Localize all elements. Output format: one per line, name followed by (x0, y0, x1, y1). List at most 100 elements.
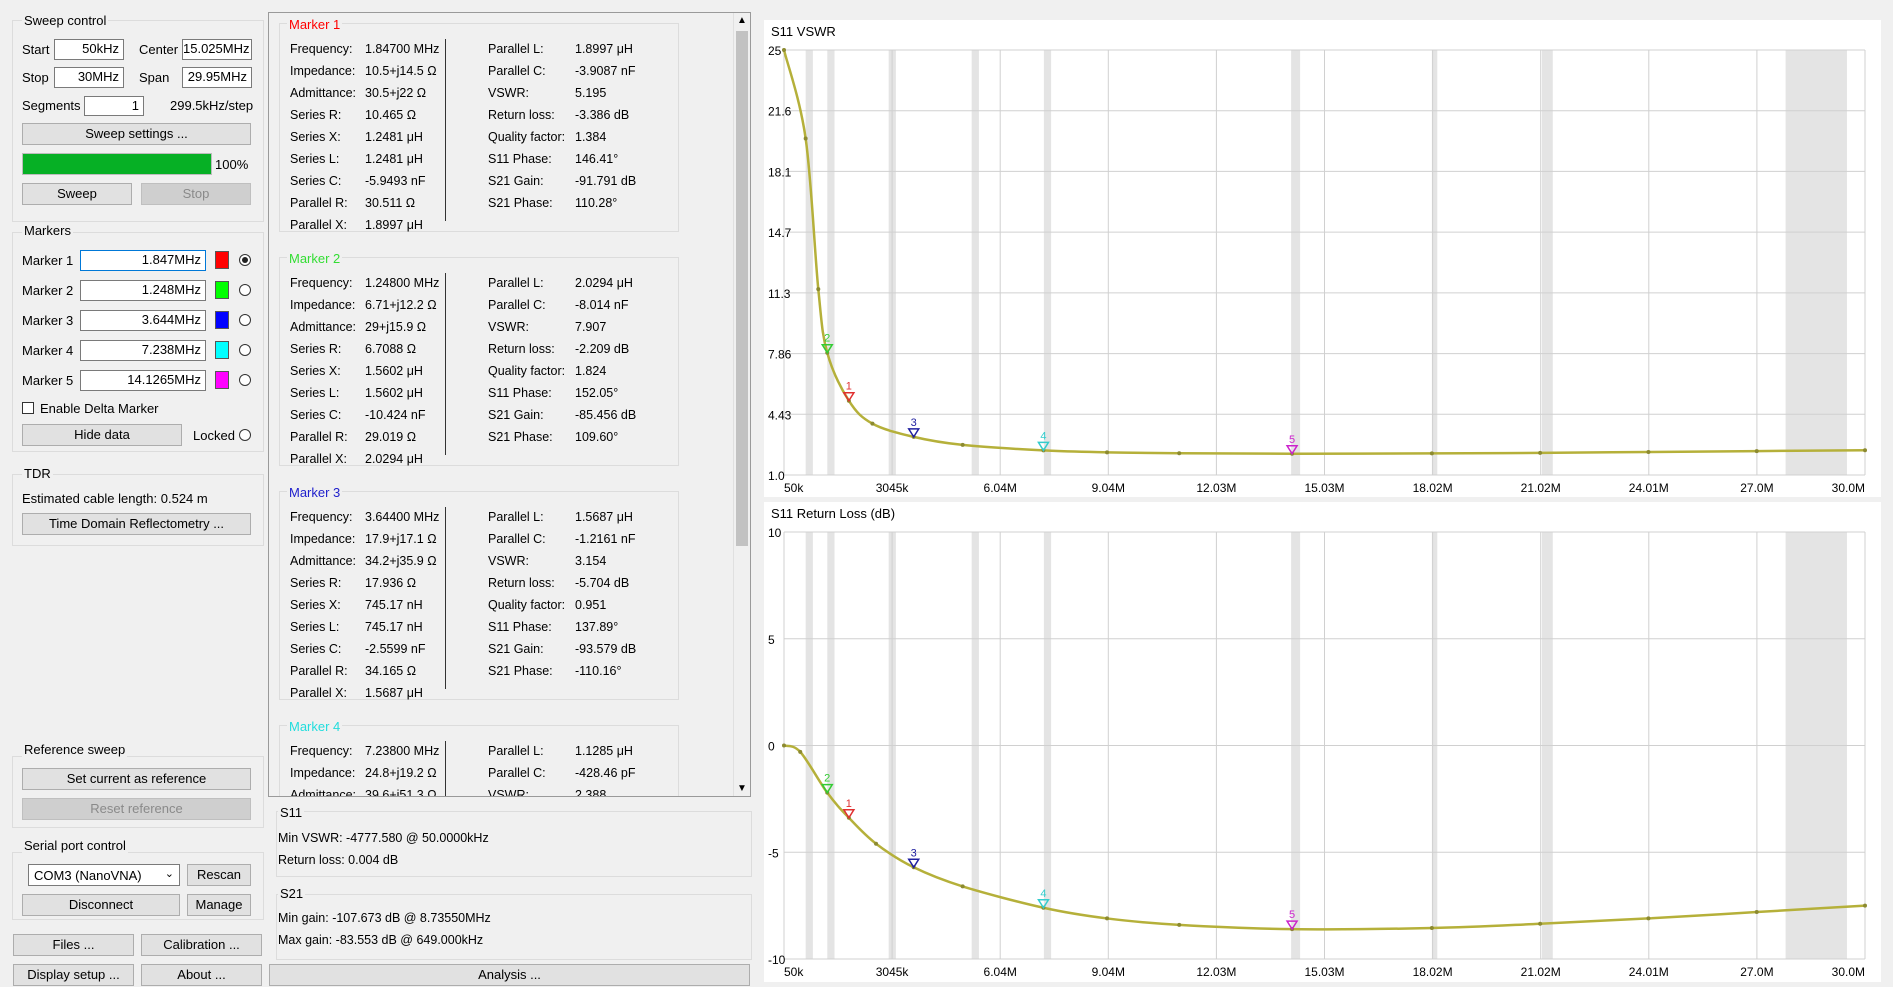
trace-point (782, 743, 786, 748)
marker-2-color-swatch[interactable] (215, 281, 229, 299)
cable-length-text: Estimated cable length: 0.524 m (22, 491, 208, 506)
x-tick-label: 12.03M (1196, 481, 1236, 495)
marker-data-label: Parallel L: (488, 42, 544, 56)
stop-input[interactable]: 30MHz (54, 67, 124, 88)
trace-point (1429, 451, 1434, 456)
marker-4-select-radio[interactable] (239, 344, 251, 356)
sweep-button[interactable]: Sweep (22, 183, 132, 205)
marker-4-color-swatch[interactable] (215, 341, 229, 359)
files-button[interactable]: Files ... (13, 934, 134, 956)
marker-3-frequency-input[interactable]: 3.644MHz (80, 310, 206, 331)
tdr-button[interactable]: Time Domain Reflectometry ... (22, 513, 251, 535)
vswr-chart-title: S11 VSWR (771, 24, 836, 39)
marker-data-label: Return loss: (488, 342, 555, 356)
marker-data-label: S21 Phase: (488, 664, 553, 678)
marker-data-value: -10.424 nF (365, 408, 426, 422)
reset-reference-button[interactable]: Reset reference (22, 798, 251, 820)
progress-fill (23, 154, 211, 174)
marker-3-select-radio[interactable] (239, 314, 251, 326)
analysis-button[interactable]: Analysis ... (269, 964, 750, 986)
x-tick-label: 15.03M (1304, 965, 1344, 979)
marker-2-label: Marker 2 (22, 283, 74, 298)
marker-data-value: 745.17 nH (365, 620, 423, 634)
marker-data-value: 39.6+j51.3 Ω (365, 788, 437, 797)
s11-summary-title: S11 (278, 805, 305, 820)
marker-5-color-swatch[interactable] (215, 371, 229, 389)
marker-5-label: 5 (1289, 434, 1295, 446)
marker-data-label: Series C: (290, 408, 342, 422)
marker-3-data-box: Marker 3 Frequency: 3.64400 MHz Impedance: 1… (279, 485, 679, 700)
marker-data-label: Series L: (290, 386, 340, 400)
marker-data-value: -2.209 dB (575, 342, 630, 356)
tdr-title: TDR (22, 466, 53, 481)
marker-data-value: 745.17 nH (365, 598, 423, 612)
trace-point (1646, 916, 1651, 921)
sweep-settings-button[interactable]: Sweep settings ... (22, 123, 251, 145)
set-reference-button[interactable]: Set current as reference (22, 768, 251, 790)
marker-data-label: S21 Phase: (488, 430, 553, 444)
marker-3-color-swatch[interactable] (215, 311, 229, 329)
marker-data-label: Series X: (290, 598, 341, 612)
marker-data-value: 1.5687 μH (575, 510, 633, 524)
locked-radio[interactable] (239, 429, 251, 441)
marker-data-label: Series L: (290, 152, 340, 166)
port-select[interactable]: COM3 (NanoVNA) ⌄ (28, 864, 180, 886)
marker-data-value: 152.05° (575, 386, 619, 400)
marker-2-frequency-input[interactable]: 1.248MHz (80, 280, 206, 301)
marker-data-value: 3.64400 MHz (365, 510, 440, 524)
vswr-chart[interactable]: S11 VSWR 50k 3045k 6.04M 9.04M 12.03M 15.03M 1… (764, 20, 1881, 497)
scroll-up-icon[interactable]: ▲ (737, 15, 747, 26)
marker-1-color-swatch[interactable] (215, 251, 229, 269)
return-loss-chart[interactable]: S11 Return Loss (dB) 50k 3045k 6.04M 9.04M 1… (764, 502, 1881, 982)
marker-3-label: 3 (911, 847, 917, 859)
trace-point (1863, 903, 1867, 908)
progress-text: 100% (215, 157, 249, 172)
trace-point (1538, 450, 1543, 455)
marker-data-label: Quality factor: (488, 364, 566, 378)
rescan-button[interactable]: Rescan (187, 864, 251, 886)
marker-1-frequency-input[interactable]: 1.847MHz (80, 250, 206, 271)
marker-data-label: Parallel X: (290, 218, 347, 232)
marker-5-frequency-input[interactable]: 14.1265MHz (80, 370, 206, 391)
marker-5-label: Marker 5 (22, 373, 74, 388)
trace-point (1754, 910, 1759, 915)
span-input[interactable]: 29.95MHz (182, 67, 252, 88)
start-input[interactable]: 50kHz (54, 39, 124, 60)
marker-data-value: 24.8+j19.2 Ω (365, 766, 437, 780)
marker-data-value: 3.154 (575, 554, 607, 568)
delta-checkbox[interactable] (22, 402, 34, 414)
about-button[interactable]: About ... (141, 964, 262, 986)
marker-data-value: -91.791 dB (575, 174, 637, 188)
delta-label: Enable Delta Marker (40, 401, 159, 416)
trace-point (1105, 916, 1110, 921)
marker-data-label: Frequency: (290, 42, 353, 56)
marker-data-label: Series X: (290, 130, 341, 144)
scrollbar-thumb[interactable] (736, 31, 748, 546)
marker-data-label: Parallel C: (488, 766, 546, 780)
x-tick-label: 21.02M (1521, 965, 1561, 979)
scroll-down-icon[interactable]: ▼ (737, 783, 747, 794)
stop-button[interactable]: Stop (141, 183, 251, 205)
marker-data-label: Parallel C: (488, 298, 546, 312)
segments-input[interactable]: 1 (84, 96, 144, 116)
center-input[interactable]: 15.025MHz (182, 39, 252, 60)
marker-2-data-box: Marker 2 Frequency: 1.24800 MHz Impedance: 6… (279, 251, 679, 466)
marker-5-select-radio[interactable] (239, 374, 251, 386)
manage-button[interactable]: Manage (187, 894, 251, 916)
chevron-down-icon: ⌄ (164, 868, 174, 880)
marker-2-select-radio[interactable] (239, 284, 251, 296)
marker-data-scroll-area[interactable]: Marker 1 Frequency: 1.84700 MHz Impedance: 1… (268, 12, 751, 797)
marker-2-label: 2 (824, 333, 830, 345)
hide-data-button[interactable]: Hide data (22, 424, 182, 446)
x-tick-label: 30.0M (1832, 965, 1865, 979)
marker-4-frequency-input[interactable]: 7.238MHz (80, 340, 206, 361)
scrollbar[interactable]: ▲ ▼ (733, 13, 750, 796)
display-setup-button[interactable]: Display setup ... (13, 964, 134, 986)
disconnect-button[interactable]: Disconnect (22, 894, 180, 916)
marker-1-select-radio[interactable] (239, 254, 251, 266)
y-tick-label: 4.43 (768, 408, 792, 422)
marker-data-value: 7.907 (575, 320, 607, 334)
calibration-button[interactable]: Calibration ... (141, 934, 262, 956)
marker-data-label: Parallel R: (290, 430, 348, 444)
marker-data-label: Series R: (290, 342, 342, 356)
